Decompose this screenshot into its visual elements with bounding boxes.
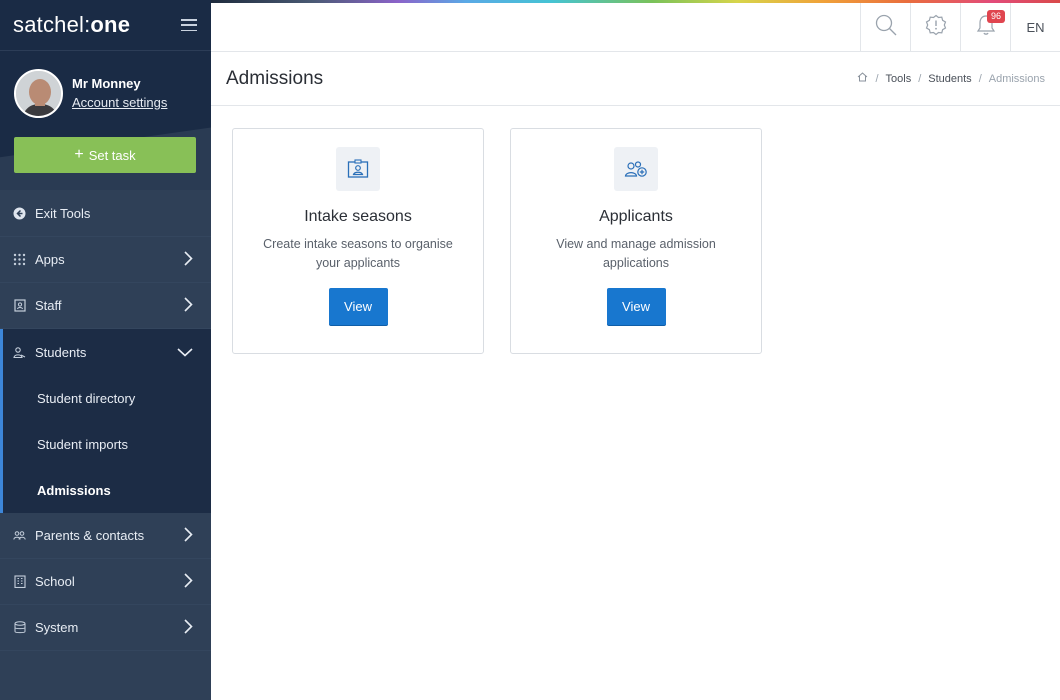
sidebar-item-system[interactable]: System [0,605,211,651]
sidebar-item-parents-contacts[interactable]: Parents & contacts [0,513,211,559]
sidebar-item-label: Parents & contacts [35,528,145,543]
card-title: Intake seasons [304,208,412,225]
chevron-right-icon [184,618,193,637]
notifications-button[interactable]: 96 [960,3,1010,52]
chevron-down-icon [177,345,193,360]
language-selector[interactable]: EN [1010,3,1060,52]
sidebar-item-label: Staff [35,298,62,313]
contacts-icon [13,529,26,542]
menu-icon[interactable] [181,19,197,31]
card-title: Applicants [599,208,673,225]
breadcrumb-separator: / [918,72,922,85]
applicants-icon [614,147,658,191]
page-header: Admissions / Tools / Students / Admissio… [211,52,1060,106]
intake-seasons-view-button[interactable]: View [328,288,388,325]
chevron-right-icon [184,250,193,269]
sidebar-item-apps[interactable]: Apps [0,237,211,283]
sidebar-subitem-student-imports[interactable]: Student imports [3,421,211,467]
brand-logo[interactable]: satchel:one [13,12,130,38]
plus-icon: + [74,146,84,163]
applicants-card: Applicants View and manage admission app… [510,128,762,354]
user-name: Mr Monney [72,75,141,91]
intake-seasons-card: Intake seasons Create intake seasons to … [232,128,484,354]
id-card-icon [336,147,380,191]
breadcrumb-separator: / [875,72,879,85]
building-icon [13,575,26,588]
sidebar-item-label: System [35,620,79,635]
top-bar: 96 EN [211,3,1060,52]
account-settings-link[interactable]: Account settings [72,95,167,110]
arrow-left-circle-icon [13,207,26,220]
top-bar-actions: 96 EN [860,3,1060,52]
brand-row: satchel:one [0,0,211,51]
avatar[interactable] [14,69,63,118]
card-description: Create intake seasons to organise your a… [263,237,453,270]
sidebar-item-label: Students [35,344,87,360]
sidebar-item-students[interactable]: Students [0,329,211,375]
id-badge-icon [13,299,26,312]
chevron-right-icon [184,526,193,545]
set-task-label: Set task [88,147,136,163]
sidebar-header: satchel:one Mr Monney Account settings +… [0,0,211,190]
chevron-right-icon [184,296,193,315]
page-title: Admissions [226,67,324,89]
students-submenu: Student directory Student imports Admiss… [0,375,211,513]
alert-button[interactable] [910,3,960,52]
chevron-right-icon [184,572,193,591]
sidebar: satchel:one Mr Monney Account settings +… [0,0,211,700]
search-icon [875,14,897,41]
sidebar-item-staff[interactable]: Staff [0,283,211,329]
breadcrumb-separator: / [978,72,982,85]
breadcrumb-tools[interactable]: Tools [886,73,912,85]
set-task-button[interactable]: + Set task [14,137,196,173]
sidebar-subitem-admissions[interactable]: Admissions [3,467,211,513]
grid-icon [13,253,26,266]
breadcrumb-students[interactable]: Students [928,73,971,85]
search-button[interactable] [860,3,910,52]
breadcrumb-admissions: Admissions [988,72,1045,85]
sidebar-item-exit-tools[interactable]: Exit Tools [0,191,211,237]
students-icon [13,346,26,359]
card-description: View and manage admission applications [556,237,716,270]
profile-text: Mr Monney Account settings [72,76,167,112]
notification-count-badge: 96 [987,10,1006,23]
sidebar-item-school[interactable]: School [0,559,211,605]
home-icon[interactable] [857,72,868,85]
sidebar-subitem-student-directory[interactable]: Student directory [3,375,211,421]
user-profile: Mr Monney Account settings [0,51,211,118]
applicants-view-button[interactable]: View [606,288,666,325]
sidebar-item-label: School [35,574,75,589]
database-icon [13,621,26,634]
sidebar-item-label: Exit Tools [35,206,91,221]
sidebar-nav: Exit Tools Apps Staff Students Student d… [0,191,211,651]
breadcrumb: / Tools / Students / Admissions [857,72,1045,85]
alert-badge-icon [925,14,947,41]
sidebar-item-label: Apps [35,252,65,267]
